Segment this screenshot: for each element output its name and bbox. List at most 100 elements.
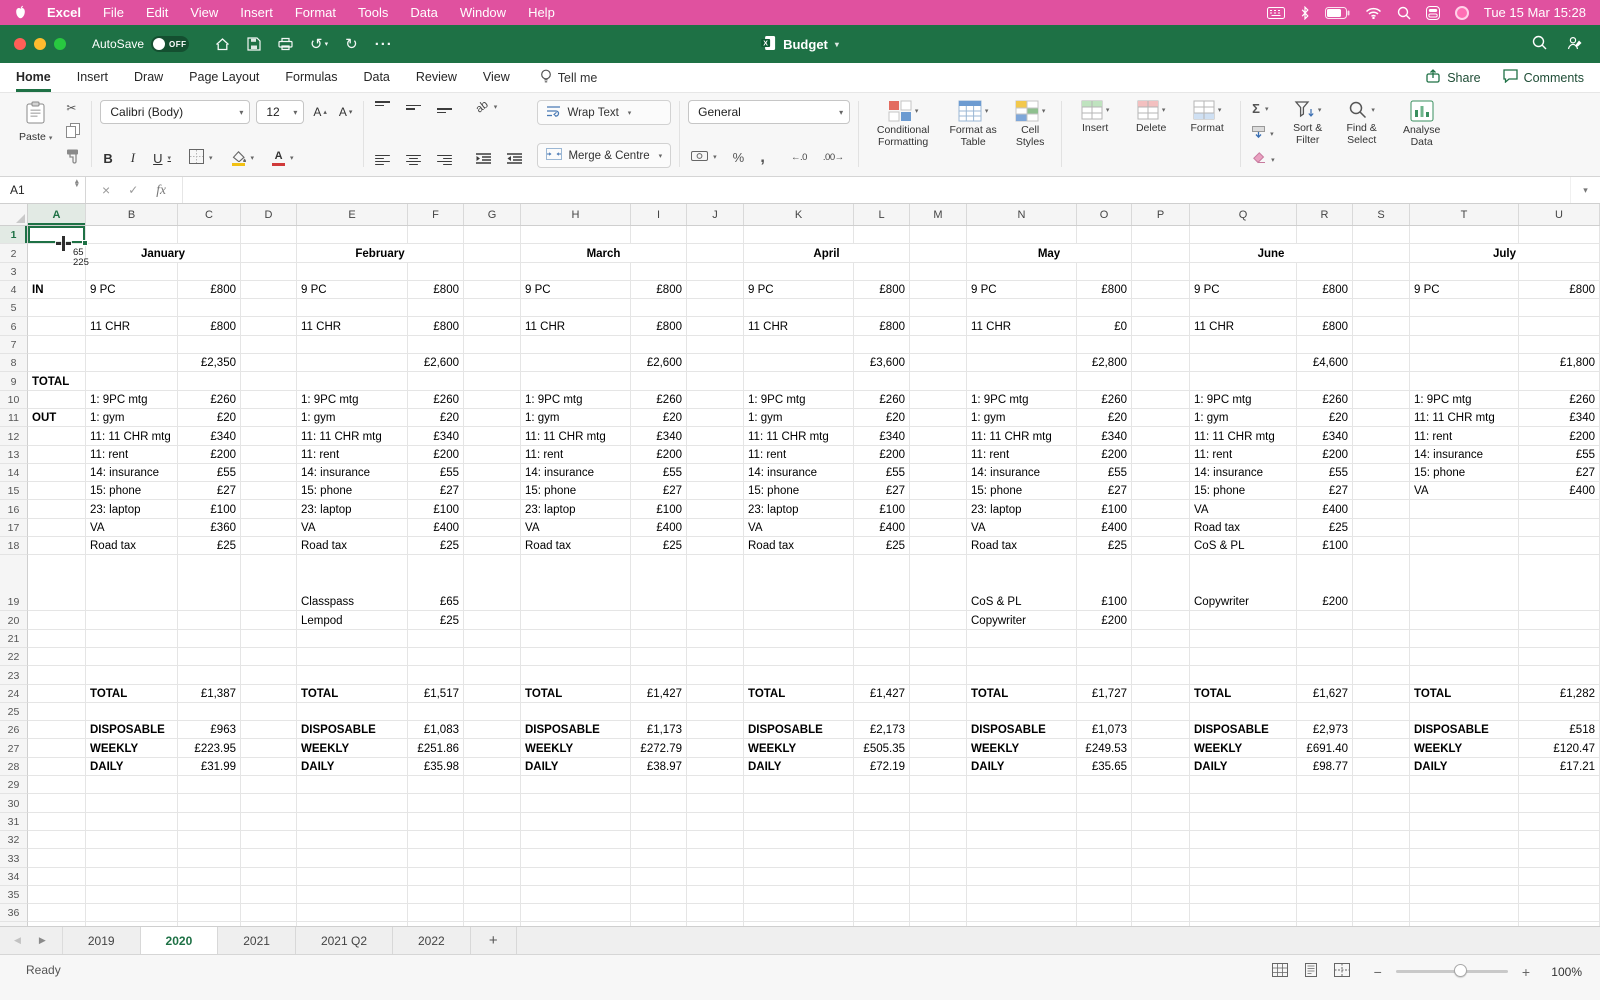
cell-I29[interactable] bbox=[631, 776, 687, 795]
cell-I12[interactable]: £340 bbox=[631, 427, 687, 446]
cell-R12[interactable]: £340 bbox=[1297, 427, 1353, 446]
cell-N2[interactable]: May bbox=[967, 244, 1132, 263]
cell-D30[interactable] bbox=[241, 794, 297, 813]
cell-A28[interactable] bbox=[28, 757, 86, 777]
cell-A27[interactable] bbox=[28, 739, 86, 758]
cell-G16[interactable] bbox=[464, 500, 521, 519]
cell-C3[interactable] bbox=[178, 262, 241, 281]
cell-L17[interactable]: £400 bbox=[854, 518, 910, 538]
cell-D24[interactable] bbox=[241, 684, 297, 703]
cell-H19[interactable] bbox=[521, 555, 631, 612]
cell-G18[interactable] bbox=[464, 537, 521, 556]
cell-P25[interactable] bbox=[1132, 702, 1190, 722]
cell-P23[interactable] bbox=[1132, 666, 1190, 685]
menu-tools[interactable]: Tools bbox=[358, 5, 388, 20]
cell-B1[interactable] bbox=[86, 226, 178, 245]
cell-M16[interactable] bbox=[910, 500, 967, 519]
cell-T22[interactable] bbox=[1410, 647, 1519, 667]
cell-H11[interactable]: 1: gym bbox=[521, 408, 631, 428]
cell-L9[interactable] bbox=[854, 372, 910, 391]
cell-H28[interactable]: DAILY bbox=[521, 757, 631, 777]
cell-S34[interactable] bbox=[1353, 867, 1410, 886]
cell-G8[interactable] bbox=[464, 354, 521, 373]
cell-T11[interactable]: 11: 11 CHR mtg bbox=[1410, 408, 1519, 428]
cell-U28[interactable]: £17.21 bbox=[1519, 757, 1600, 777]
cell-T23[interactable] bbox=[1410, 666, 1519, 685]
home-icon[interactable] bbox=[215, 37, 230, 51]
cell-P29[interactable] bbox=[1132, 776, 1190, 795]
cell-D12[interactable] bbox=[241, 427, 297, 446]
cell-O34[interactable] bbox=[1077, 867, 1132, 886]
cell-S11[interactable] bbox=[1353, 408, 1410, 428]
cell-C4[interactable]: £800 bbox=[178, 280, 241, 300]
percent-style-button[interactable]: % bbox=[730, 149, 748, 166]
cell-P17[interactable] bbox=[1132, 518, 1190, 538]
cell-P30[interactable] bbox=[1132, 794, 1190, 813]
menu-format[interactable]: Format bbox=[295, 5, 336, 20]
cell-P6[interactable] bbox=[1132, 317, 1190, 336]
cell-D14[interactable] bbox=[241, 463, 297, 483]
cell-O29[interactable] bbox=[1077, 776, 1132, 795]
cell-G27[interactable] bbox=[464, 739, 521, 758]
cell-I36[interactable] bbox=[631, 904, 687, 923]
cell-M24[interactable] bbox=[910, 684, 967, 703]
cell-C11[interactable]: £20 bbox=[178, 408, 241, 428]
cell-P26[interactable] bbox=[1132, 721, 1190, 740]
decrease-decimal-button[interactable]: .00→ bbox=[820, 151, 847, 164]
cell-R1[interactable] bbox=[1297, 226, 1353, 245]
cell-E5[interactable] bbox=[297, 299, 408, 318]
cell-J12[interactable] bbox=[687, 427, 744, 446]
cell-O19[interactable]: £100 bbox=[1077, 555, 1132, 612]
cell-K37[interactable] bbox=[744, 922, 854, 926]
cell-T24[interactable]: TOTAL bbox=[1410, 684, 1519, 703]
cell-T10[interactable]: 1: 9PC mtg bbox=[1410, 390, 1519, 409]
cell-U3[interactable] bbox=[1519, 262, 1600, 281]
cell-L21[interactable] bbox=[854, 629, 910, 648]
column-header-H[interactable]: H bbox=[521, 204, 631, 225]
cell-G13[interactable] bbox=[464, 445, 521, 464]
cell-I5[interactable] bbox=[631, 299, 687, 318]
cell-U25[interactable] bbox=[1519, 702, 1600, 722]
cell-C18[interactable]: £25 bbox=[178, 537, 241, 556]
cell-S23[interactable] bbox=[1353, 666, 1410, 685]
cell-H14[interactable]: 14: insurance bbox=[521, 463, 631, 483]
cell-F11[interactable]: £20 bbox=[408, 408, 464, 428]
cell-P20[interactable] bbox=[1132, 611, 1190, 630]
cell-U21[interactable] bbox=[1519, 629, 1600, 648]
cell-F34[interactable] bbox=[408, 867, 464, 886]
row-header-14[interactable]: 14 bbox=[0, 463, 28, 483]
cell-J31[interactable] bbox=[687, 812, 744, 831]
cell-C32[interactable] bbox=[178, 830, 241, 850]
cell-N37[interactable] bbox=[967, 922, 1077, 926]
cell-F9[interactable] bbox=[408, 372, 464, 391]
row-header-15[interactable]: 15 bbox=[0, 482, 28, 501]
cell-S22[interactable] bbox=[1353, 647, 1410, 667]
cell-U19[interactable] bbox=[1519, 555, 1600, 612]
cell-A29[interactable] bbox=[28, 776, 86, 795]
cell-H24[interactable]: TOTAL bbox=[521, 684, 631, 703]
cell-O14[interactable]: £55 bbox=[1077, 463, 1132, 483]
cell-S6[interactable] bbox=[1353, 317, 1410, 336]
cell-F33[interactable] bbox=[408, 849, 464, 868]
row-header-31[interactable]: 31 bbox=[0, 812, 28, 831]
cell-T21[interactable] bbox=[1410, 629, 1519, 648]
cell-O35[interactable] bbox=[1077, 885, 1132, 905]
row-header-36[interactable]: 36 bbox=[0, 904, 28, 923]
cell-H9[interactable] bbox=[521, 372, 631, 391]
cell-I25[interactable] bbox=[631, 702, 687, 722]
cell-O17[interactable]: £400 bbox=[1077, 518, 1132, 538]
cell-N33[interactable] bbox=[967, 849, 1077, 868]
paste-button[interactable]: Paste bbox=[14, 98, 57, 170]
bold-button[interactable]: B bbox=[100, 150, 115, 167]
menu-excel[interactable]: Excel bbox=[47, 5, 81, 20]
cell-N7[interactable] bbox=[967, 335, 1077, 355]
cell-D3[interactable] bbox=[241, 262, 297, 281]
share-user-icon[interactable] bbox=[1567, 36, 1584, 53]
cell-Q9[interactable] bbox=[1190, 372, 1297, 391]
cut-button[interactable]: ✂ bbox=[63, 100, 83, 116]
cell-H13[interactable]: 11: rent bbox=[521, 445, 631, 464]
cell-J10[interactable] bbox=[687, 390, 744, 409]
cell-R35[interactable] bbox=[1297, 885, 1353, 905]
cell-C31[interactable] bbox=[178, 812, 241, 831]
cell-F28[interactable]: £35.98 bbox=[408, 757, 464, 777]
